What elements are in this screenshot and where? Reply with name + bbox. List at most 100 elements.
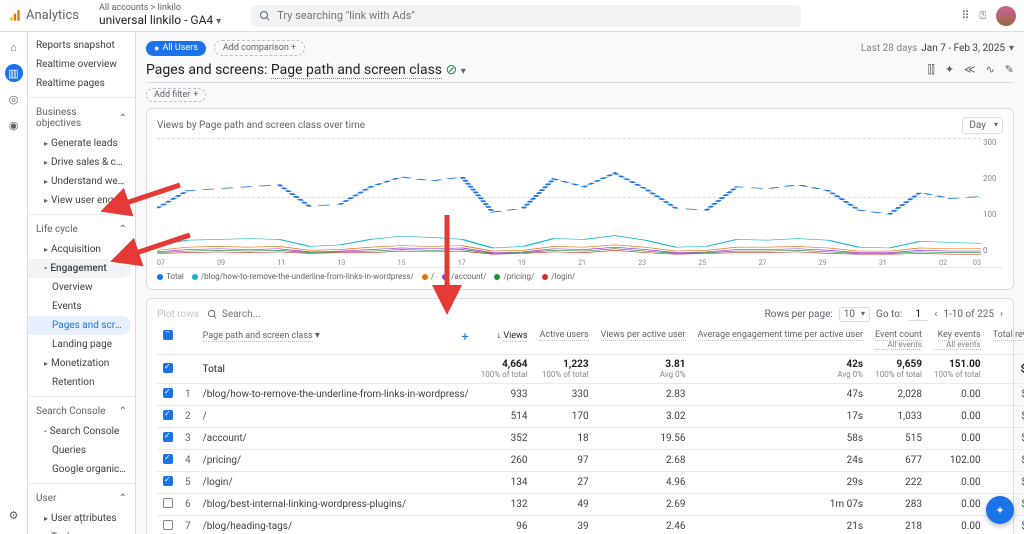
advertising-icon[interactable]: ◉ (5, 116, 23, 134)
table-row[interactable]: 5/login/134274.9629s2220.00$0.00 (157, 472, 1024, 494)
legend-item[interactable]: /login/ (542, 272, 575, 281)
row-cell: 330 (533, 384, 594, 406)
prev-page-icon[interactable]: ‹ (934, 309, 937, 320)
legend-item[interactable]: /account/ (442, 272, 486, 281)
table-row[interactable]: 4/pricing/260972.6824s677102.00$0.00 (157, 450, 1024, 472)
sidebar-pages-screens[interactable]: Pages and screens (28, 316, 131, 335)
customize-icon[interactable]: ⫿⫿ (928, 63, 935, 77)
sidebar-sc-parent[interactable]: Search Console (28, 422, 135, 441)
table-row[interactable]: 3/account/3521819.5658s5150.00$0.00 (157, 428, 1024, 450)
sidebar-group-user[interactable]: User⌃ (28, 488, 135, 509)
row-cell: 260 (475, 450, 534, 472)
legend-item[interactable]: / (422, 272, 434, 281)
event-count-filter[interactable]: All events (875, 340, 922, 350)
table-search[interactable] (207, 309, 757, 320)
add-dimension-icon[interactable]: + (461, 330, 468, 345)
col-views[interactable]: Views (503, 331, 527, 342)
sidebar-tech[interactable]: Tech (28, 528, 135, 534)
table-row[interactable]: 2/5141703.0217s1,0330.00$0.00 (157, 406, 1024, 428)
row-checkbox[interactable] (163, 388, 173, 398)
logo[interactable]: Analytics (8, 8, 79, 23)
row-checkbox[interactable] (163, 410, 173, 420)
legend-item[interactable]: Total (157, 272, 184, 281)
sidebar-monetization[interactable]: Monetization (28, 354, 135, 373)
sidebar-acquisition[interactable]: Acquisition (28, 240, 135, 259)
apps-icon[interactable]: ⠿ (961, 9, 969, 22)
chevron-up-icon: ⌃ (119, 113, 127, 124)
row-checkbox[interactable] (163, 432, 173, 442)
dimension-picker[interactable]: Page path and screen class (271, 62, 442, 79)
col-total-revenue[interactable]: Total revenue (993, 330, 1024, 341)
table-row[interactable]: 6/blog/best-internal-linking-wordpress-p… (157, 494, 1024, 516)
search-input[interactable] (277, 9, 793, 22)
totals-checkbox[interactable] (163, 363, 173, 373)
select-all-checkbox[interactable] (163, 330, 173, 340)
row-path[interactable]: /pricing/ (197, 450, 475, 472)
row-path[interactable]: /blog/best-internal-linking-wordpress-pl… (197, 494, 475, 516)
add-comparison-button[interactable]: Add comparison + (214, 40, 305, 56)
insights-fab[interactable]: ✦ (986, 496, 1014, 524)
sidebar-retention[interactable]: Retention (28, 373, 135, 392)
row-path[interactable]: /login/ (197, 472, 475, 494)
account-switcher[interactable]: All accounts > linkilo universal linkilo… (99, 4, 221, 27)
row-path[interactable]: /account/ (197, 428, 475, 450)
all-users-chip[interactable]: ●All Users (146, 41, 206, 56)
explore-icon[interactable]: ◎ (5, 90, 23, 108)
row-path[interactable]: /blog/how-to-remove-the-underline-from-l… (197, 384, 475, 406)
table-row[interactable]: 7/blog/heading-tags/96392.4621s2180.00$0… (157, 516, 1024, 534)
sidebar-group-search-console[interactable]: Search Console⌃ (28, 401, 135, 422)
sidebar-landing-page[interactable]: Landing page (28, 335, 135, 354)
row-cell: 0.00 (928, 494, 987, 516)
dimension-header[interactable]: Page path and screen class (203, 331, 313, 342)
key-events-filter[interactable]: All events (934, 340, 981, 350)
row-checkbox[interactable] (163, 520, 173, 530)
sidebar-group-business[interactable]: Business objectives⌃ (28, 102, 135, 134)
admin-gear-icon[interactable]: ⚙ (5, 506, 23, 524)
row-index: 3 (179, 428, 197, 450)
add-filter-button[interactable]: Add filter + (146, 88, 206, 102)
edit-icon[interactable]: ✎ (1005, 63, 1014, 77)
sidebar-reports-snapshot[interactable]: Reports snapshot (28, 36, 135, 55)
sidebar-realtime-overview[interactable]: Realtime overview (28, 55, 135, 74)
col-active-users[interactable]: Active users (539, 330, 588, 341)
date-range-picker[interactable]: Last 28 days Jan 7 - Feb 3, 2025 ▾ (861, 43, 1014, 54)
plot-rows-button[interactable]: Plot rows (157, 309, 199, 320)
sidebar-drive-sales[interactable]: Drive sales & conversions (28, 153, 135, 172)
help-icon[interactable]: ⍰ (979, 9, 986, 23)
granularity-dropdown[interactable]: Day (962, 117, 1003, 134)
trend-icon[interactable]: ∿ (986, 63, 995, 77)
sidebar-sc-queries[interactable]: Queries (28, 441, 135, 460)
next-page-icon[interactable]: › (1000, 309, 1003, 320)
sidebar-eng-events[interactable]: Events (28, 297, 135, 316)
goto-input[interactable] (908, 309, 928, 321)
sidebar-user-engagement[interactable]: View user engagement & rete... (28, 191, 135, 210)
sidebar-engagement[interactable]: Engagement (28, 259, 131, 278)
row-checkbox[interactable] (163, 454, 173, 464)
table-search-input[interactable] (222, 309, 355, 320)
row-checkbox[interactable] (163, 498, 173, 508)
legend-item[interactable]: /pricing/ (494, 272, 534, 281)
row-cell: $0.00 (987, 384, 1024, 406)
col-views-per-user[interactable]: Views per active user (601, 330, 686, 341)
sidebar-realtime-pages[interactable]: Realtime pages (28, 74, 135, 93)
row-path[interactable]: /blog/heading-tags/ (197, 516, 475, 534)
row-path[interactable]: / (197, 406, 475, 428)
reports-icon[interactable]: ▥ (5, 64, 23, 82)
avatar[interactable] (996, 6, 1016, 26)
home-icon[interactable]: ⌂ (5, 38, 23, 56)
collapse-sidebar-icon[interactable]: ‹ (80, 517, 83, 528)
sidebar-group-lifecycle[interactable]: Life cycle⌃ (28, 219, 135, 240)
row-checkbox[interactable] (163, 476, 173, 486)
sidebar-sc-organic[interactable]: Google organic search traf... (28, 460, 135, 479)
sidebar-generate-leads[interactable]: Generate leads (28, 134, 135, 153)
global-search[interactable] (251, 5, 801, 27)
insights-icon[interactable]: ✦ (945, 63, 954, 77)
table-row[interactable]: 1/blog/how-to-remove-the-underline-from-… (157, 384, 1024, 406)
col-avg-engagement[interactable]: Average engagement time per active user (698, 330, 864, 341)
legend-item[interactable]: /blog/how-to-remove-the-underline-from-l… (192, 272, 414, 281)
share-icon[interactable]: ≪ (964, 63, 976, 77)
rows-per-page-dropdown[interactable]: 10 (839, 307, 870, 322)
sidebar-eng-overview[interactable]: Overview (28, 278, 135, 297)
row-index: 7 (179, 516, 197, 534)
sidebar-understand-app[interactable]: Understand web and/or app t... (28, 172, 135, 191)
